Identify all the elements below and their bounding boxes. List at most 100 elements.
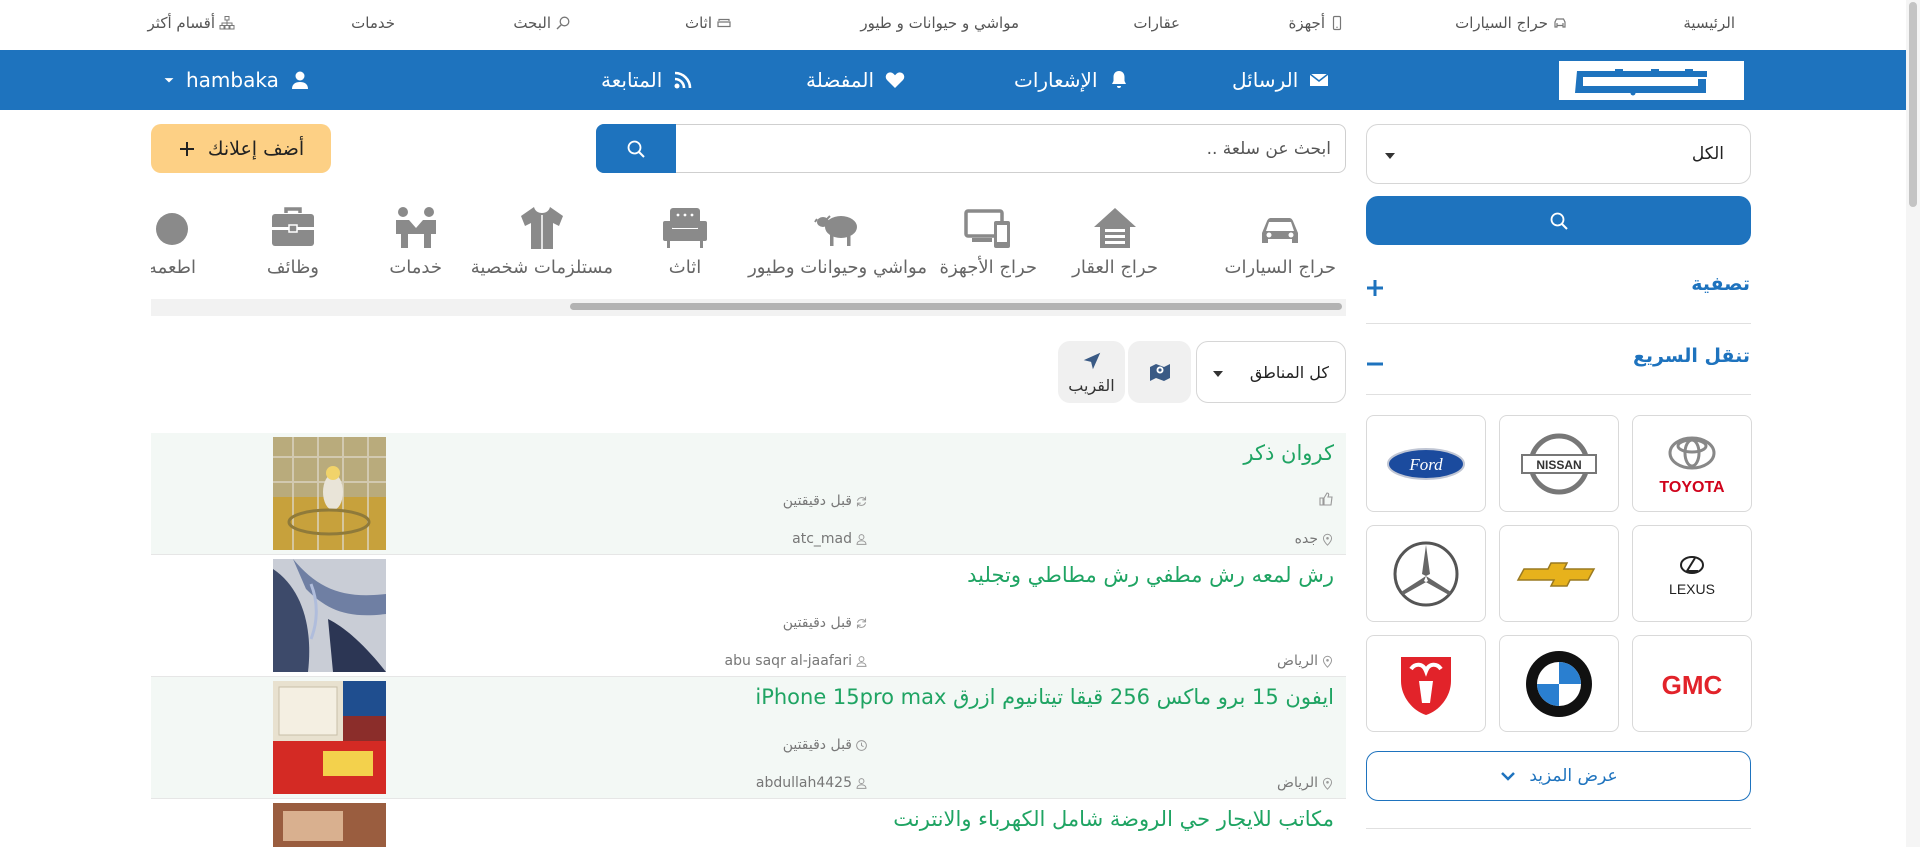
category-cars[interactable]: حراج السيارات <box>1225 205 1336 278</box>
listing-row[interactable]: ايفون 15 برو ماكس 256 قيقا تيتانيوم ازرق… <box>151 677 1346 799</box>
top-nav-search[interactable]: البحث <box>513 14 571 32</box>
quick-nav-title[interactable]: تنقل السريع <box>1633 345 1750 367</box>
page-scrollbar-thumb[interactable] <box>1909 2 1917 207</box>
brand-bmw[interactable] <box>1499 635 1619 732</box>
minus-icon[interactable] <box>1366 355 1384 373</box>
messages-link[interactable]: الرسائل <box>1232 66 1330 94</box>
car-paint-photo <box>273 559 386 672</box>
mercedes-logo-icon <box>1393 541 1459 606</box>
brand-nissan[interactable]: NISSAN <box>1499 415 1619 512</box>
brand-dodge[interactable] <box>1366 635 1486 732</box>
plus-icon <box>179 141 194 156</box>
listing-title[interactable]: رش لمعه رش مطفي رش مطاطي وتجليد <box>967 563 1334 587</box>
listing-user[interactable]: abu saqr al-jaafari <box>725 653 868 669</box>
heart-icon <box>885 72 905 88</box>
listing-user[interactable]: abdullah4425 <box>756 775 868 791</box>
add-ad-button[interactable]: أضف إعلانك <box>151 124 331 173</box>
category-scrollbar-thumb[interactable] <box>570 303 1342 310</box>
listing-time: قبل دقيقتين <box>783 615 868 631</box>
map-button[interactable] <box>1128 341 1191 403</box>
bird-photo <box>273 437 386 550</box>
sidebar-search-button[interactable] <box>1366 196 1751 245</box>
brand-ford[interactable]: Ford <box>1366 415 1486 512</box>
caret-down-icon <box>164 78 174 83</box>
lexus-logo-icon: LEXUS <box>1669 555 1715 597</box>
category-select[interactable]: الكل <box>1366 124 1751 184</box>
brand-lexus[interactable]: LEXUS <box>1632 525 1752 622</box>
plus-icon[interactable] <box>1366 279 1384 297</box>
listing-time: قبل دقيقتين <box>783 737 868 753</box>
filter-title[interactable]: تصفية <box>1691 273 1750 295</box>
sheep-icon <box>813 215 857 246</box>
listing-title[interactable]: ايفون 15 برو ماكس 256 قيقا تيتانيوم ازرق… <box>755 685 1334 709</box>
thumbs-up-icon[interactable] <box>1318 491 1334 507</box>
envelope-icon <box>1309 73 1329 86</box>
divider <box>1366 323 1751 324</box>
user-icon <box>856 777 867 789</box>
brand-mercedes[interactable] <box>1366 525 1486 622</box>
handshake-icon <box>395 207 436 248</box>
refresh-icon <box>856 618 867 628</box>
haraj-logo[interactable] <box>1555 57 1748 104</box>
notifications-link[interactable]: الإشعارات <box>1014 66 1130 94</box>
search-icon <box>1550 212 1568 230</box>
nearby-button[interactable]: القريب <box>1058 341 1125 403</box>
top-nav: الرئيسية حراج السيارات أجهزة عقارات مواش… <box>0 0 1906 50</box>
bell-icon <box>1111 71 1126 88</box>
top-nav-services[interactable]: خدمات <box>351 14 395 32</box>
listing-row[interactable]: كروان ذكر قبل دقيقتين جده atc_mad <box>151 433 1346 555</box>
listing-title[interactable]: كروان ذكر <box>1243 441 1334 465</box>
devices-icon <box>964 209 1011 248</box>
favorites-link[interactable]: المفضلة <box>806 66 906 94</box>
search-input[interactable] <box>675 125 1345 172</box>
sofa-icon <box>717 18 731 28</box>
top-nav-home[interactable]: الرئيسية <box>1683 14 1735 32</box>
listing-image[interactable] <box>273 681 386 794</box>
show-more-button[interactable]: عرض المزيد <box>1366 751 1751 801</box>
ford-logo-icon: Ford <box>1387 447 1465 480</box>
category-devices[interactable]: حراج الأجهزة <box>940 205 1037 278</box>
listing-row[interactable]: رش لمعه رش مطفي رش مطاطي وتجليد قبل دقيق… <box>151 555 1346 677</box>
brand-toyota[interactable]: TOYOTA <box>1632 415 1752 512</box>
map-pin-icon <box>1322 655 1333 668</box>
category-food[interactable]: اطعمه <box>151 205 196 278</box>
listing-time: قبل دقيقتين <box>783 493 868 509</box>
brand-chevrolet[interactable] <box>1499 525 1619 622</box>
user-menu[interactable]: hambaka <box>162 66 311 94</box>
top-nav-livestock[interactable]: مواشي و حيوانات و طيور <box>860 14 1019 32</box>
region-select[interactable]: كل المناطق <box>1196 341 1346 403</box>
category-personal[interactable]: مستلزمات شخصية <box>471 205 613 278</box>
top-nav-more[interactable]: أقسام أكثر <box>148 14 235 32</box>
map-pin-icon <box>1322 777 1333 790</box>
listing-image[interactable] <box>273 559 386 672</box>
category-realestate[interactable]: حراج العقار <box>1072 205 1158 278</box>
top-nav-devices[interactable]: أجهزة <box>1289 14 1346 32</box>
search-button[interactable] <box>596 124 676 173</box>
rss-icon <box>674 71 692 89</box>
refresh-icon <box>856 496 867 506</box>
chevron-down-icon <box>1501 772 1516 781</box>
map-pin-icon <box>1322 533 1333 546</box>
brand-gmc[interactable]: GMC <box>1632 635 1752 732</box>
listing-user[interactable]: atc_mad <box>792 531 868 547</box>
listing-title[interactable]: مكاتب للايجار حي الروضة شامل الكهرباء وا… <box>893 807 1334 831</box>
category-jobs[interactable]: وظائف <box>267 205 319 278</box>
following-link[interactable]: المتابعة <box>601 66 694 94</box>
svg-text:GMC: GMC <box>1662 670 1723 700</box>
top-nav-furniture[interactable]: اثاث <box>685 14 732 32</box>
category-services[interactable]: خدمات <box>389 205 442 278</box>
user-icon <box>856 655 867 667</box>
listing-image[interactable] <box>273 437 386 550</box>
chevrolet-logo-icon <box>1516 561 1596 587</box>
category-livestock[interactable]: مواشي وحيوانات وطيور <box>748 205 927 278</box>
listing-image[interactable] <box>273 803 386 847</box>
logo-icon <box>1559 61 1744 100</box>
location-arrow-icon <box>1083 352 1100 369</box>
listing-city: الرياض <box>1277 653 1334 669</box>
bmw-logo-icon <box>1526 650 1592 717</box>
top-nav-realestate[interactable]: عقارات <box>1133 14 1180 32</box>
page-scrollbar[interactable] <box>1906 0 1920 847</box>
listing-row[interactable]: مكاتب للايجار حي الروضة شامل الكهرباء وا… <box>151 799 1346 847</box>
top-nav-cars[interactable]: حراج السيارات <box>1455 14 1568 32</box>
category-furniture[interactable]: اثاث <box>661 205 709 278</box>
